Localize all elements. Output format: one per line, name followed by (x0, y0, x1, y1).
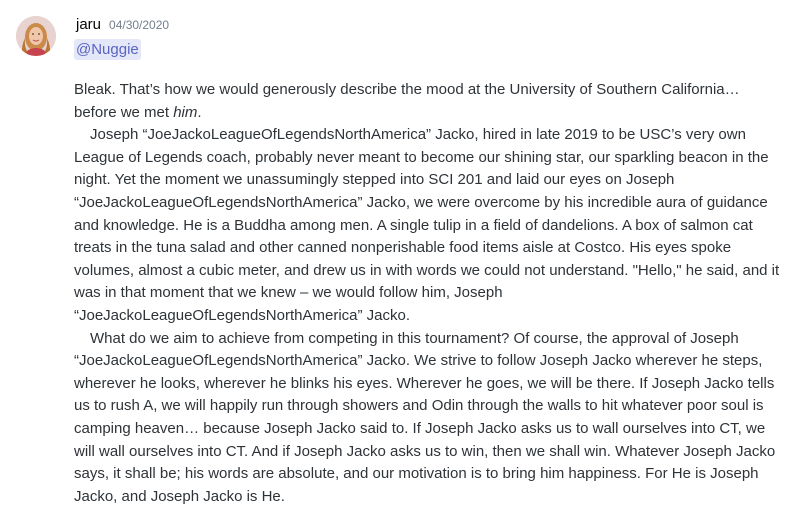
message-header: jaru 04/30/2020 (76, 16, 169, 36)
paragraph-2: Joseph “JoeJackoLeagueOfLegendsNorthAmer… (74, 124, 786, 327)
paragraph-3-text: What do we aim to achieve from competing… (74, 329, 776, 505)
username[interactable]: jaru (76, 16, 101, 33)
timestamp: 04/30/2020 (109, 18, 170, 32)
message-content: Bleak. That’s how we would generously de… (74, 79, 786, 506)
paragraph-2-text: Joseph “JoeJackoLeagueOfLegendsNorthAmer… (74, 126, 780, 324)
paragraph-1: Bleak. That’s how we would generously de… (74, 79, 786, 124)
paragraph-1-end: . (197, 103, 202, 121)
paragraph-1-emphasis: him (173, 103, 198, 121)
user-mention[interactable]: @Nuggie (74, 39, 141, 60)
paragraph-3: What do we aim to achieve from competing… (74, 328, 786, 506)
avatar-image (16, 16, 56, 56)
user-avatar[interactable] (16, 16, 56, 56)
chat-message: jaru 04/30/2020 @Nuggie Bleak. That’s ho… (0, 0, 800, 506)
